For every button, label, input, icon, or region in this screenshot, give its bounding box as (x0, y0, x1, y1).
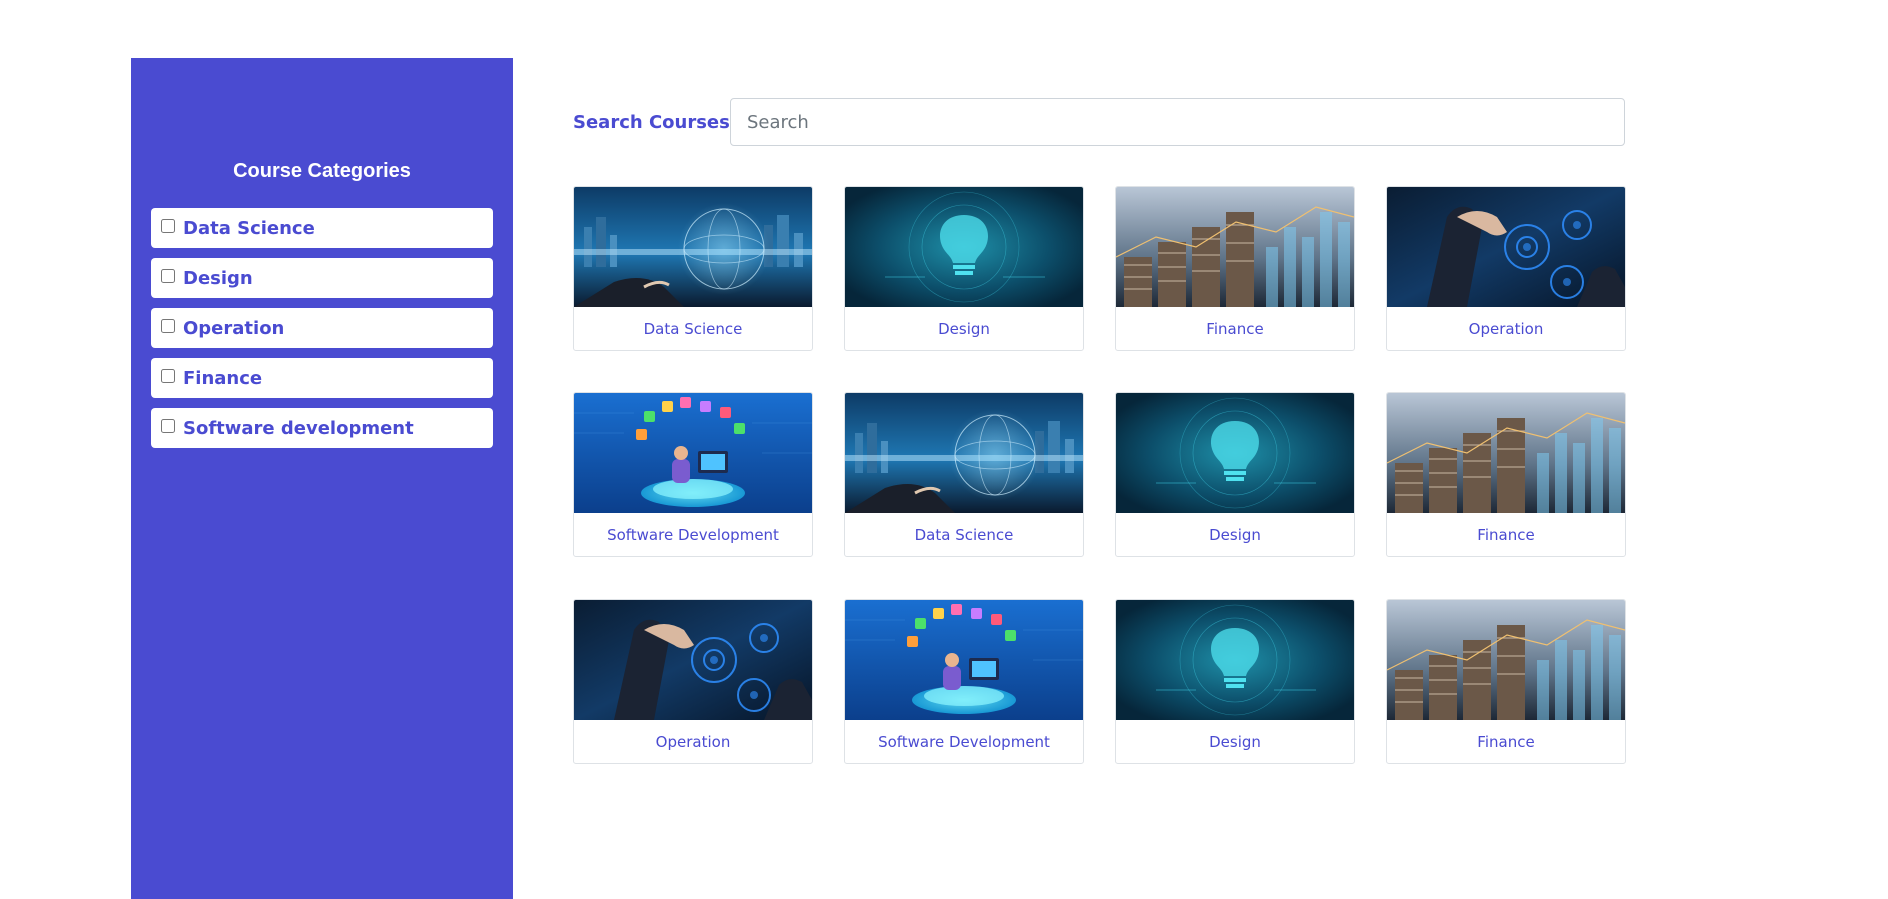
course-image-finance (1116, 187, 1354, 307)
course-title: Operation (655, 732, 731, 751)
course-card[interactable]: Finance (1386, 392, 1626, 557)
course-image-operation (574, 600, 812, 720)
category-item-operation[interactable]: Operation (151, 308, 493, 348)
course-image-operation (1387, 187, 1625, 307)
page: Course Categories Data Science Design Op… (0, 0, 1888, 899)
category-checkbox[interactable] (161, 269, 175, 283)
course-title: Finance (1477, 525, 1535, 544)
course-title: Finance (1477, 732, 1535, 751)
course-card[interactable]: Finance (1115, 186, 1355, 351)
category-checkbox[interactable] (161, 369, 175, 383)
category-label: Finance (183, 367, 263, 389)
search-input[interactable] (730, 98, 1625, 146)
course-card[interactable]: Operation (1386, 186, 1626, 351)
course-title: Design (938, 319, 990, 338)
course-title: Software Development (607, 525, 779, 544)
course-card[interactable]: Operation (573, 599, 813, 764)
category-checkbox[interactable] (161, 419, 175, 433)
course-card[interactable]: Software Development (573, 392, 813, 557)
course-image-finance (1387, 600, 1625, 720)
course-image-design (1116, 600, 1354, 720)
search-bar: Search Courses (573, 98, 1625, 148)
course-card[interactable]: Finance (1386, 599, 1626, 764)
course-card[interactable]: Design (1115, 599, 1355, 764)
sidebar-title: Course Categories (233, 160, 411, 182)
category-sidebar: Course Categories Data Science Design Op… (131, 58, 513, 899)
course-image-data-science (845, 393, 1083, 513)
category-checkbox[interactable] (161, 219, 175, 233)
category-label: Design (183, 267, 253, 289)
course-image-software-development (845, 600, 1083, 720)
category-label: Software development (183, 417, 414, 439)
course-image-software-development (574, 393, 812, 513)
course-image-data-science (574, 187, 812, 307)
course-title: Finance (1206, 319, 1264, 338)
course-card[interactable]: Design (844, 186, 1084, 351)
category-label: Operation (183, 317, 285, 339)
category-label: Data Science (183, 217, 315, 239)
course-image-design (1116, 393, 1354, 513)
course-card[interactable]: Data Science (573, 186, 813, 351)
course-image-design (845, 187, 1083, 307)
course-image-finance (1387, 393, 1625, 513)
course-title: Software Development (878, 732, 1050, 751)
course-title: Design (1209, 525, 1261, 544)
category-checkbox[interactable] (161, 319, 175, 333)
category-item-software-development[interactable]: Software development (151, 408, 493, 448)
course-card[interactable]: Software Development (844, 599, 1084, 764)
category-item-data-science[interactable]: Data Science (151, 208, 493, 248)
category-item-finance[interactable]: Finance (151, 358, 493, 398)
course-title: Operation (1468, 319, 1544, 338)
course-title: Data Science (643, 319, 743, 338)
course-card[interactable]: Design (1115, 392, 1355, 557)
course-title: Design (1209, 732, 1261, 751)
category-item-design[interactable]: Design (151, 258, 493, 298)
course-title: Data Science (914, 525, 1014, 544)
category-list: Data Science Design Operation Finance So… (151, 208, 493, 458)
search-label: Search Courses (573, 112, 730, 133)
course-card[interactable]: Data Science (844, 392, 1084, 557)
